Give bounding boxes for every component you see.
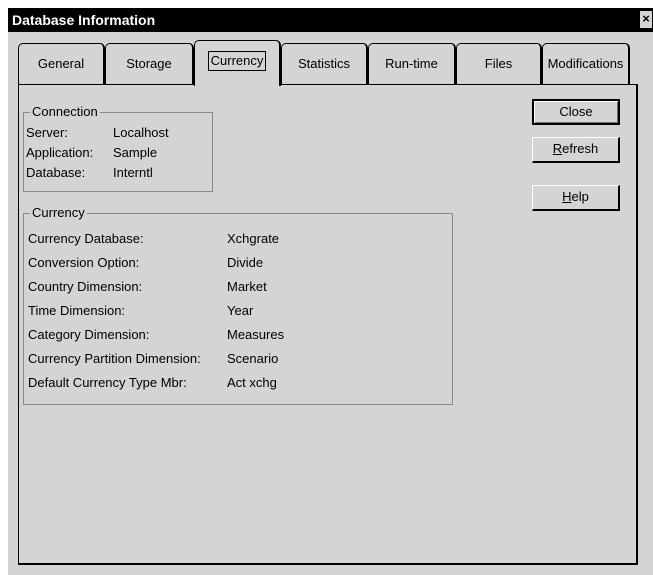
refresh-label-rest: efresh — [562, 141, 599, 156]
currency-partition-dimension-label: Currency Partition Dimension: — [28, 351, 201, 366]
currency-group: Currency Currency Database: Xchgrate Con… — [23, 205, 453, 405]
category-dimension-value: Measures — [227, 327, 285, 342]
server-value: Localhost — [113, 125, 169, 140]
help-mnemonic: H — [562, 189, 572, 204]
country-dimension-value: Market — [227, 279, 267, 294]
connection-group: Connection Server: Localhost Application… — [23, 104, 213, 192]
category-dimension-label: Category Dimension: — [28, 327, 150, 342]
country-dimension-label: Country Dimension: — [28, 279, 143, 294]
database-information-dialog: Database Information × General Storage C… — [8, 8, 653, 575]
connection-group-title: Connection — [30, 104, 100, 120]
tab-files[interactable]: Files — [456, 43, 542, 85]
tab-label: Files — [484, 56, 513, 71]
conversion-option-label: Conversion Option: — [28, 255, 140, 270]
refresh-button-label: Refresh — [553, 141, 599, 156]
conversion-option-value: Divide — [227, 255, 264, 270]
time-dimension-label: Time Dimension: — [28, 303, 126, 318]
tab-storage[interactable]: Storage — [105, 43, 194, 85]
tab-label: General — [37, 56, 85, 71]
currency-partition-dimension-value: Scenario — [227, 351, 279, 366]
database-value: Interntl — [113, 165, 153, 180]
window-title: Database Information — [12, 12, 156, 28]
currency-database-label: Currency Database: — [28, 231, 144, 246]
server-label: Server: — [26, 125, 68, 140]
tab-run-time[interactable]: Run-time — [368, 43, 456, 85]
database-label: Database: — [26, 165, 86, 180]
default-currency-type-value: Act xchg — [227, 375, 277, 390]
tab-general[interactable]: General — [18, 43, 105, 85]
refresh-button[interactable]: Refresh — [532, 137, 620, 163]
refresh-mnemonic: R — [552, 141, 563, 156]
close-button-label: Close — [559, 104, 593, 119]
currency-group-title: Currency — [30, 205, 87, 221]
tab-label: Storage — [126, 56, 172, 71]
tab-label: Currency — [207, 51, 267, 71]
tab-label: Modifications — [547, 56, 624, 71]
help-button[interactable]: Help — [532, 185, 620, 211]
help-label-rest: elp — [571, 189, 589, 204]
help-button-label: Help — [562, 189, 589, 204]
tab-modifications[interactable]: Modifications — [542, 43, 630, 85]
tab-statistics[interactable]: Statistics — [281, 43, 368, 85]
title-bar: Database Information × — [8, 8, 653, 32]
default-currency-type-label: Default Currency Type Mbr: — [28, 375, 187, 390]
close-icon[interactable]: × — [640, 11, 653, 28]
tab-label: Statistics — [297, 56, 350, 71]
tab-currency[interactable]: Currency — [194, 40, 281, 86]
currency-database-value: Xchgrate — [227, 231, 280, 246]
application-label: Application: — [26, 145, 94, 160]
close-button[interactable]: Close — [532, 99, 620, 125]
tab-label: Run-time — [385, 56, 438, 71]
application-value: Sample — [113, 145, 158, 160]
time-dimension-value: Year — [227, 303, 254, 318]
